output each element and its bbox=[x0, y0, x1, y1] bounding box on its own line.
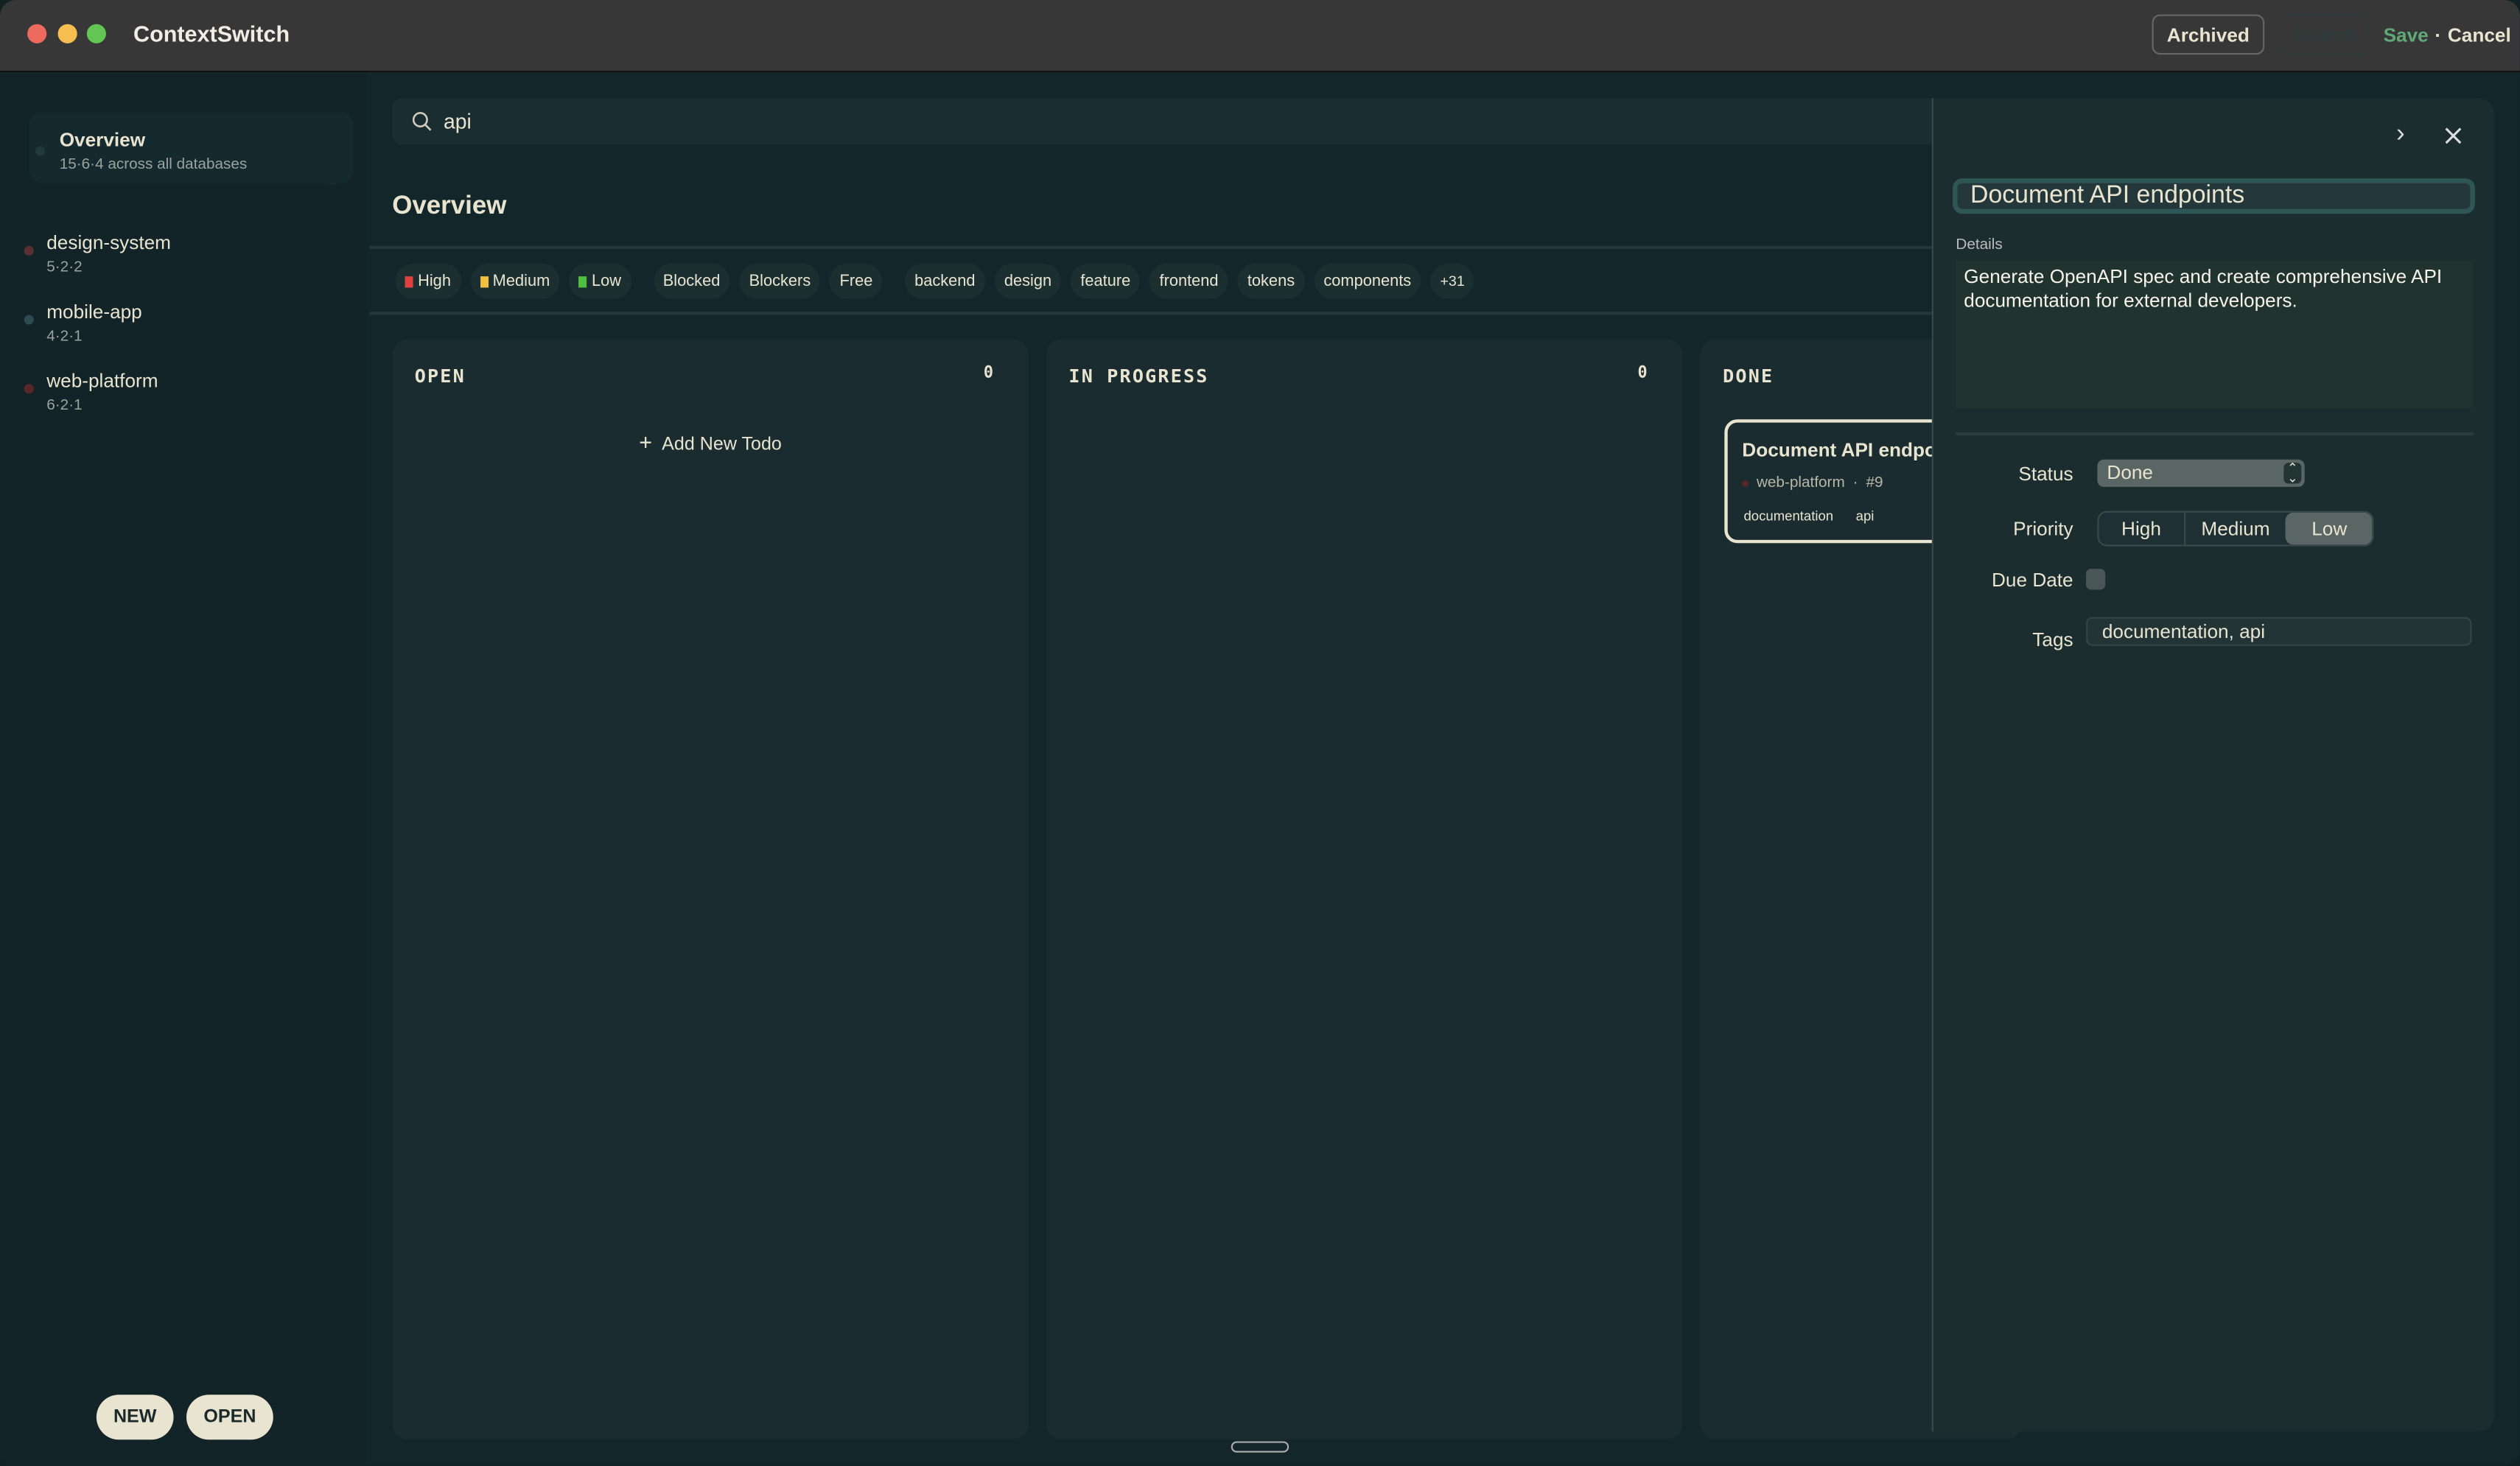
search-icon bbox=[411, 111, 432, 131]
chip-label: High bbox=[418, 273, 451, 290]
due-date-checkbox[interactable] bbox=[2086, 569, 2105, 589]
database-color-dot bbox=[24, 246, 34, 256]
sidebar-item-overview[interactable]: Overview 15·6·4 across all databases bbox=[29, 113, 354, 183]
priority-segmented-control: High Medium Low bbox=[2097, 511, 2374, 547]
sidebar-item-label: Overview bbox=[60, 128, 354, 151]
filter-priority-high[interactable]: High bbox=[396, 264, 461, 299]
column-title: IN PROGRESS bbox=[1068, 365, 1208, 387]
tags-input[interactable]: documentation, api bbox=[2086, 617, 2471, 646]
priority-low[interactable]: Low bbox=[2286, 513, 2373, 545]
divider bbox=[370, 246, 1945, 249]
card-tag: api bbox=[1856, 508, 1875, 524]
new-button[interactable]: NEW bbox=[97, 1395, 174, 1439]
divider bbox=[1956, 432, 2473, 435]
flag-icon bbox=[405, 276, 413, 287]
more-tags-chip[interactable]: +31 bbox=[1430, 264, 1474, 299]
sidebar-item-mobile-app[interactable]: mobile-app 4·2·1 bbox=[24, 301, 142, 346]
filter-bar: High Medium Low Blocked Blockers Free ba… bbox=[396, 264, 1474, 299]
due-date-label: Due Date bbox=[1945, 569, 2073, 592]
sidebar-item-stats: 15·6·4 across all databases bbox=[60, 156, 354, 174]
page-title: Overview bbox=[392, 193, 506, 222]
details-label: Details bbox=[1956, 236, 2002, 254]
card-number: #9 bbox=[1866, 474, 1883, 491]
sidebar-item-design-system[interactable]: design-system 5·2·2 bbox=[24, 231, 171, 276]
sidebar-item-stats: 4·2·1 bbox=[46, 328, 142, 346]
filter-blocked[interactable]: Blocked bbox=[654, 264, 730, 299]
save-button[interactable]: Save bbox=[2384, 24, 2429, 47]
chip-label: Medium bbox=[493, 273, 550, 290]
filter-tag[interactable]: tokens bbox=[1238, 264, 1304, 299]
detail-panel: › Document API endpoints Details Generat… bbox=[1932, 98, 2494, 1431]
database-color-dot bbox=[24, 315, 34, 324]
minimize-window-button[interactable] bbox=[58, 24, 77, 43]
close-icon[interactable] bbox=[2444, 127, 2462, 144]
cancel-button[interactable]: Cancel bbox=[2448, 24, 2511, 47]
chevron-right-icon[interactable]: › bbox=[2396, 121, 2405, 150]
search-input[interactable]: api bbox=[444, 109, 472, 133]
divider bbox=[370, 312, 1945, 315]
sidebar-item-label: design-system bbox=[46, 231, 171, 254]
column-title: OPEN bbox=[415, 365, 466, 387]
search-bar[interactable]: api bbox=[392, 98, 1938, 144]
title-input[interactable]: Document API endpoints bbox=[1953, 178, 2475, 214]
sidebar-item-label: web-platform bbox=[46, 370, 158, 393]
filter-free[interactable]: Free bbox=[830, 264, 882, 299]
filter-priority-low[interactable]: Low bbox=[569, 264, 631, 299]
sidebar-item-web-platform[interactable]: web-platform 6·2·1 bbox=[24, 370, 158, 415]
app-title: ContextSwitch bbox=[133, 21, 290, 46]
title-bar: ContextSwitch Archived Search Save · Can… bbox=[0, 0, 2520, 72]
sidebar: 3 Overview 15·6·4 across all databases d… bbox=[0, 74, 366, 1465]
sidebar-item-label: mobile-app bbox=[46, 301, 142, 323]
details-textarea[interactable]: Generate OpenAPI spec and create compreh… bbox=[1956, 260, 2473, 408]
sidebar-item-stats: 5·2·2 bbox=[46, 259, 171, 276]
stepper-icon: ⌃⌄ bbox=[2283, 463, 2301, 483]
todo-card[interactable]: Document API endpoints web-platform · #9… bbox=[1724, 419, 1965, 543]
project-dot bbox=[1742, 480, 1749, 486]
resize-handle[interactable] bbox=[1231, 1441, 1289, 1452]
add-new-todo-button[interactable]: + Add New Todo bbox=[392, 429, 1029, 455]
filter-tag[interactable]: backend bbox=[905, 264, 985, 299]
column-count: 0 bbox=[1638, 365, 1649, 382]
add-label: Add New Todo bbox=[662, 435, 782, 455]
priority-high[interactable]: High bbox=[2099, 513, 2184, 545]
chip-label: Low bbox=[592, 273, 621, 290]
status-value: Done bbox=[2107, 461, 2153, 484]
status-select[interactable]: Done ⌃⌄ bbox=[2097, 460, 2304, 487]
column-open: + Add New Todo bbox=[392, 339, 1029, 1439]
open-button[interactable]: OPEN bbox=[186, 1395, 273, 1439]
filter-blockers[interactable]: Blockers bbox=[740, 264, 821, 299]
search-button[interactable]: Search bbox=[2279, 15, 2370, 55]
filter-tag[interactable]: components bbox=[1314, 264, 1421, 299]
database-color-dot bbox=[24, 384, 34, 393]
plus-icon: + bbox=[639, 429, 652, 455]
column-in-progress bbox=[1046, 339, 1683, 1439]
filter-priority-medium[interactable]: Medium bbox=[470, 264, 559, 299]
close-window-button[interactable] bbox=[27, 24, 46, 43]
column-count: 0 bbox=[984, 365, 995, 382]
filter-tag[interactable]: feature bbox=[1071, 264, 1140, 299]
card-project: web-platform bbox=[1757, 474, 1845, 491]
app-window: ContextSwitch Archived Search Save · Can… bbox=[0, 0, 2520, 1465]
tags-label: Tags bbox=[1945, 628, 2073, 651]
zoom-window-button[interactable] bbox=[87, 24, 106, 43]
separator: · bbox=[2435, 24, 2441, 47]
flag-icon bbox=[480, 276, 488, 287]
priority-label: Priority bbox=[1945, 517, 2073, 540]
column-title: DONE bbox=[1723, 365, 1774, 387]
sidebar-item-stats: 6·2·1 bbox=[46, 397, 158, 415]
status-label: Status bbox=[1945, 463, 2073, 485]
archived-button[interactable]: Archived bbox=[2152, 15, 2264, 55]
separator: · bbox=[1853, 474, 1858, 491]
card-tag: documentation bbox=[1743, 508, 1833, 524]
flag-icon bbox=[579, 276, 587, 287]
filter-tag[interactable]: design bbox=[995, 264, 1061, 299]
status-dot bbox=[35, 146, 45, 155]
filter-tag[interactable]: frontend bbox=[1149, 264, 1228, 299]
priority-medium[interactable]: Medium bbox=[2183, 513, 2286, 545]
